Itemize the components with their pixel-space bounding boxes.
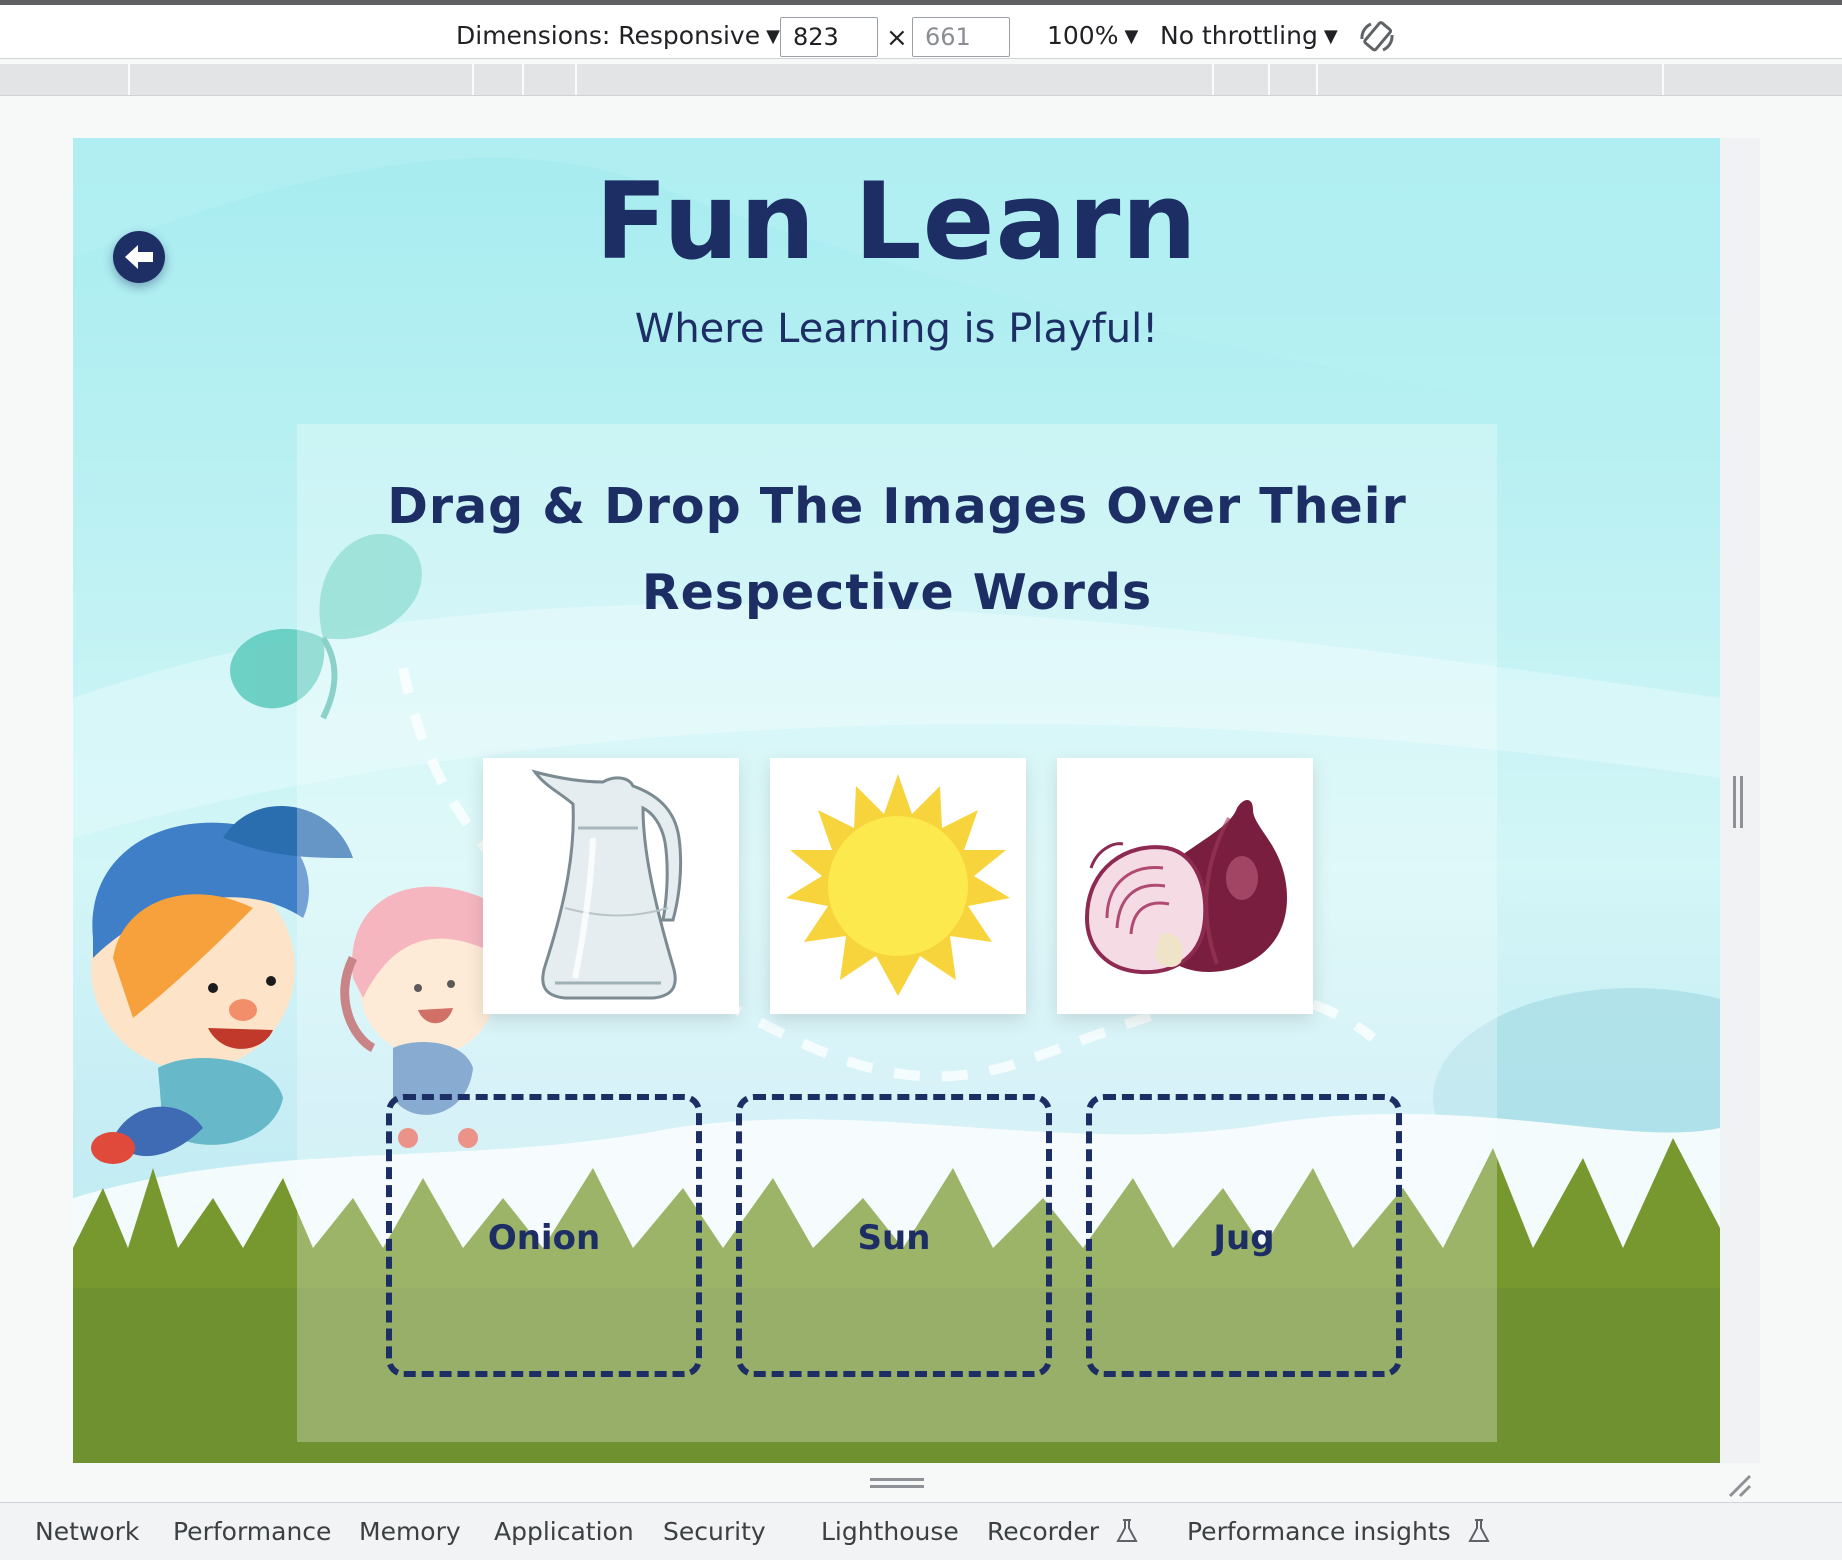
drop-zone-jug[interactable]: Jug [1086,1094,1402,1377]
throttling-label: No throttling [1160,21,1318,50]
sun-icon [786,774,1010,996]
tab-memory[interactable]: Memory [359,1517,461,1546]
flask-icon [1467,1519,1490,1542]
caret-down-icon: ▼ [1124,26,1139,47]
onion-icon [1084,800,1287,975]
side-resize-grip-icon[interactable] [1733,776,1743,828]
sun-image-card[interactable] [770,758,1026,1014]
tab-recorder[interactable]: Recorder [987,1517,1139,1546]
corner-resize-grip-icon[interactable] [1724,1470,1754,1500]
tab-performance-insights[interactable]: Performance insights [1187,1517,1491,1546]
drop-zone-label: Jug [1213,1218,1275,1258]
tab-recorder-label: Recorder [987,1517,1100,1546]
width-input[interactable]: 823 [780,17,878,57]
drop-zone-sun[interactable]: Sun [736,1094,1052,1377]
game-instructions: Drag & Drop The Images Over Their Respec… [297,464,1497,636]
onion-image-card[interactable] [1057,758,1313,1014]
devtools-panel-tabs: Network Performance Memory Application S… [0,1502,1842,1560]
drop-zone-label: Sun [857,1218,931,1258]
zoom-label: 100% [1047,21,1119,50]
bottom-resize-grip-icon[interactable] [870,1478,924,1488]
media-query-ruler [0,64,1842,96]
times-separator: × [886,23,908,53]
tab-performance-insights-label: Performance insights [1187,1517,1451,1546]
jug-image-card[interactable] [483,758,739,1014]
flask-icon [1116,1519,1138,1542]
site-subtitle: Where Learning is Playful! [634,306,1159,352]
throttling-dropdown[interactable]: No throttling ▼ [1160,21,1338,50]
game-panel: Drag & Drop The Images Over Their Respec… [297,424,1497,1442]
jug-icon [531,769,683,1000]
site-title: Fun Learn [595,160,1198,283]
tab-application[interactable]: Application [494,1517,634,1546]
dimensions-label: Dimensions: Responsive [456,21,761,50]
tab-security[interactable]: Security [663,1517,766,1546]
device-toolbar: Dimensions: Responsive ▼ 823 × 661 100% ▼ … [0,0,1842,59]
drop-zone-onion[interactable]: Onion [386,1094,702,1377]
rotate-icon[interactable] [1357,17,1397,57]
instruction-line-2: Respective Words [641,564,1153,621]
height-input[interactable]: 661 [912,17,1010,57]
tab-network[interactable]: Network [35,1517,139,1546]
page-viewport: Fun Learn Where Learning is Playful! Dra… [73,138,1720,1463]
drop-zone-label: Onion [487,1218,601,1258]
dimensions-dropdown[interactable]: Dimensions: Responsive ▼ [456,21,780,50]
tab-lighthouse[interactable]: Lighthouse [821,1517,959,1546]
zoom-dropdown[interactable]: 100% ▼ [1047,21,1138,50]
tab-performance[interactable]: Performance [173,1517,331,1546]
caret-down-icon: ▼ [766,26,780,47]
instruction-line-1: Drag & Drop The Images Over Their [387,478,1407,535]
caret-down-icon: ▼ [1323,26,1338,47]
